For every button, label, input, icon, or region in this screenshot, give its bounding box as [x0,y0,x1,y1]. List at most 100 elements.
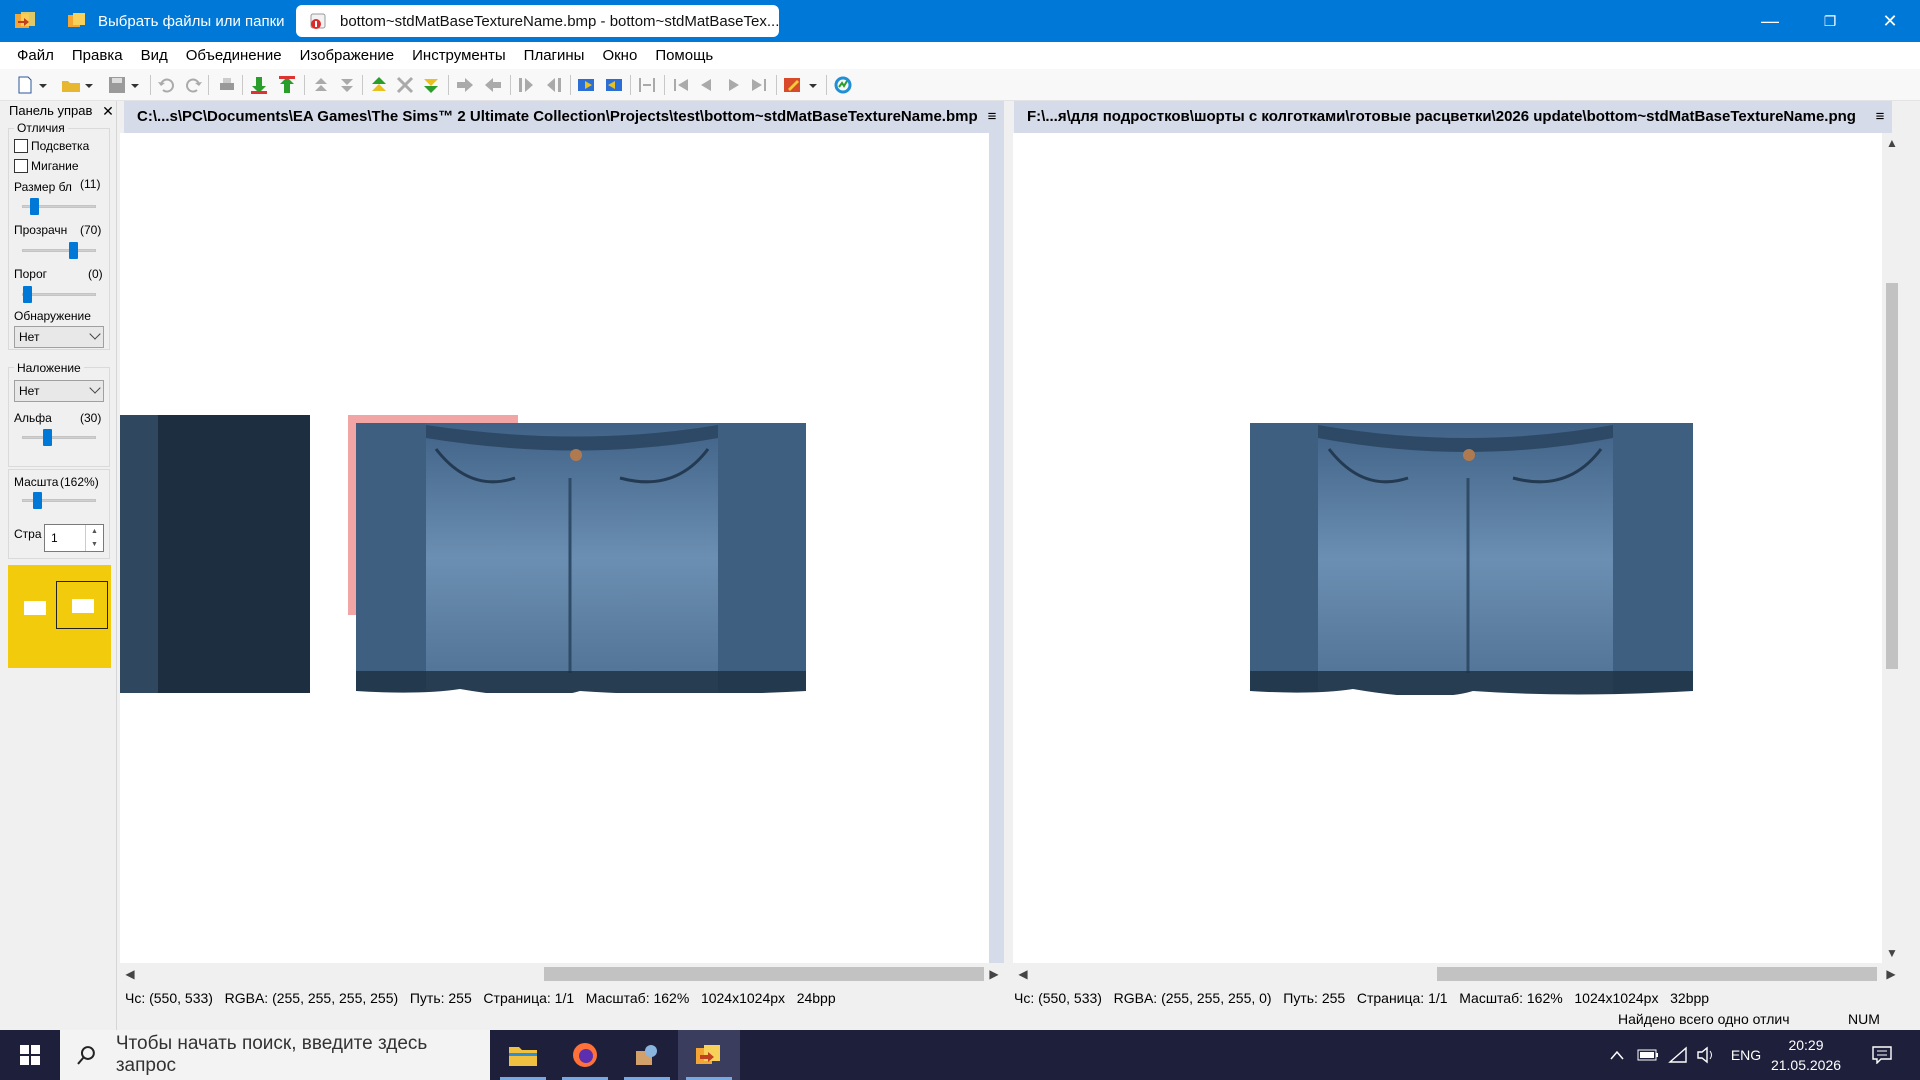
right-horizontal-scrollbar[interactable]: ◀ ▶ [1013,963,1903,985]
left-vertical-scroll[interactable] [989,133,1004,963]
undo-icon[interactable] [156,74,178,96]
right-vertical-scrollbar[interactable]: ▲ ▼ [1882,133,1902,963]
opacity-slider[interactable] [22,242,96,259]
scale-slider[interactable] [22,492,96,509]
menu-plugins[interactable]: Плагины [515,47,594,64]
left-horizontal-scrollbar[interactable]: ◀ ▶ [120,963,1004,985]
next-diff-icon[interactable] [248,74,270,96]
left-tab-menu-icon[interactable]: ≡ [984,101,1000,133]
spinner-up-icon[interactable]: ▲ [85,525,103,538]
block-size-slider[interactable] [22,198,96,215]
edit-image-icon[interactable] [782,74,804,96]
copy-all-icon[interactable] [394,74,416,96]
toolbar-separator [630,75,631,95]
copy-left-icon[interactable] [482,74,504,96]
first-diff-icon[interactable] [310,74,332,96]
left-file-path-tab[interactable]: C:\...s\PC\Documents\EA Games\The Sims™ … [124,101,1004,133]
menu-merge[interactable]: Объединение [177,47,291,64]
slider-thumb[interactable] [33,492,42,509]
menu-tools[interactable]: Инструменты [403,47,515,64]
prev-page-icon[interactable] [696,74,718,96]
chevron-down-icon[interactable] [808,74,818,96]
slider-thumb[interactable] [30,198,39,215]
highlight-checkbox[interactable]: Подсветка [14,139,89,153]
scroll-thumb[interactable] [1437,967,1877,981]
menu-window[interactable]: Окно [593,47,646,64]
menu-help[interactable]: Помощь [646,47,722,64]
prev-diff-icon[interactable] [276,74,298,96]
scroll-right-icon[interactable]: ▶ [984,963,1004,985]
open-folder-icon[interactable] [60,74,82,96]
tab-active-document[interactable]: bottom~stdMatBaseTextureName.bmp - botto… [296,5,779,37]
spinner-down-icon[interactable]: ▼ [85,538,103,551]
right-status-bar: Чс: (550, 533) RGBA: (255, 255, 255, 0) … [1014,987,1709,1009]
last-page-icon[interactable] [748,74,770,96]
copy-left-advance-icon[interactable] [542,74,564,96]
app-taskbar-button[interactable] [616,1030,678,1080]
scroll-up-icon[interactable]: ▲ [1882,133,1902,153]
panel-close-button[interactable]: ✕ [100,101,116,121]
right-file-path-tab[interactable]: F:\...я\для подростков\шорты с колготкам… [1014,101,1892,133]
right-image-view[interactable] [1013,133,1882,963]
merge-right-icon[interactable] [576,74,598,96]
chevron-down-icon[interactable] [130,74,140,96]
blink-checkbox[interactable]: Мигание [14,159,79,173]
threshold-slider[interactable] [22,286,96,303]
first-page-icon[interactable] [670,74,692,96]
scroll-left-icon[interactable]: ◀ [1013,963,1033,985]
network-tray-icon[interactable] [1664,1030,1692,1080]
menu-file[interactable]: Файл [8,47,63,64]
language-indicator[interactable]: ENG [1722,1030,1770,1080]
alpha-slider[interactable] [22,429,96,446]
save-icon[interactable] [106,74,128,96]
show-hidden-icons[interactable] [1604,1030,1630,1080]
slider-thumb[interactable] [43,429,52,446]
navigator-preview[interactable] [8,565,111,668]
scroll-left-icon[interactable]: ◀ [120,963,140,985]
app-icon[interactable] [12,9,38,33]
taskbar-search[interactable]: Чтобы начать поиск, введите здесь запрос [60,1030,490,1080]
copy-all-up-icon[interactable] [368,74,390,96]
redo-icon[interactable] [182,74,204,96]
minimize-button[interactable]: — [1740,0,1800,42]
next-page-icon[interactable] [722,74,744,96]
maximize-button[interactable]: ❐ [1800,0,1860,42]
close-button[interactable]: ✕ [1860,0,1920,42]
chevron-down-icon[interactable] [84,74,94,96]
path-value: Путь: 255 [1283,990,1346,1006]
slider-thumb[interactable] [69,242,78,259]
tab-select-files[interactable]: Выбрать файлы или папки [54,5,290,37]
menu-image[interactable]: Изображение [291,47,404,64]
volume-tray-icon[interactable] [1692,1030,1720,1080]
copy-right-icon[interactable] [454,74,476,96]
sync-pages-icon[interactable] [636,74,658,96]
image-compare-taskbar-button[interactable] [678,1030,740,1080]
detection-select[interactable]: Нет [14,326,104,348]
refresh-icon[interactable] [832,74,854,96]
slider-thumb[interactable] [23,286,32,303]
overlay-select[interactable]: Нет [14,380,104,402]
file-explorer-taskbar-button[interactable] [492,1030,554,1080]
copy-all-down-icon[interactable] [420,74,442,96]
clock[interactable]: 20:29 21.05.2026 [1770,1030,1842,1080]
merge-left-icon[interactable] [602,74,624,96]
left-image-view[interactable] [120,133,989,963]
battery-tray-icon[interactable] [1634,1030,1662,1080]
last-diff-icon[interactable] [336,74,358,96]
scroll-right-icon[interactable]: ▶ [1881,963,1901,985]
notifications-button[interactable] [1862,1030,1902,1080]
scroll-thumb[interactable] [1886,283,1898,669]
firefox-taskbar-button[interactable] [554,1030,616,1080]
start-button[interactable] [0,1030,60,1080]
menu-edit[interactable]: Правка [63,47,132,64]
chevron-down-icon[interactable] [38,74,48,96]
page-spinner-value: 1 [51,531,58,545]
menu-view[interactable]: Вид [132,47,177,64]
copy-right-advance-icon[interactable] [516,74,538,96]
page-spinner[interactable]: 1 ▲ ▼ [44,524,104,552]
scroll-down-icon[interactable]: ▼ [1882,943,1902,963]
print-icon[interactable] [216,74,238,96]
scroll-thumb[interactable] [544,967,984,981]
right-tab-menu-icon[interactable]: ≡ [1872,101,1888,133]
new-file-icon[interactable] [14,74,36,96]
